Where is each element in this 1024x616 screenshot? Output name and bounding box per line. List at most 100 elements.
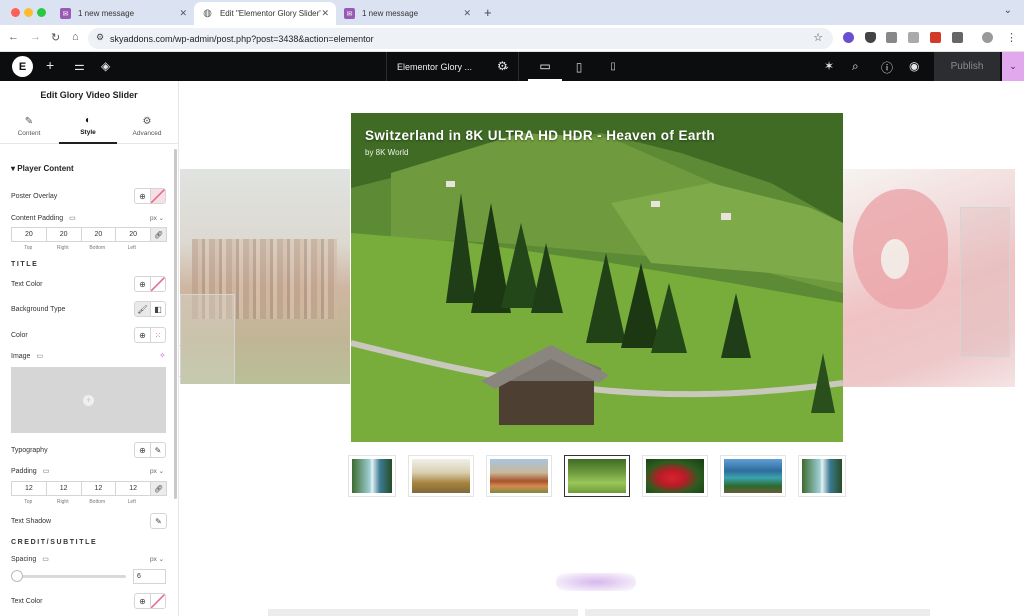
next-slide-image[interactable] bbox=[843, 169, 1015, 387]
desktop-monitor-icon[interactable]: ▭ bbox=[36, 353, 43, 360]
color-dots-icon[interactable]: ⁙ bbox=[150, 328, 165, 342]
structure-layers-icon[interactable]: ◈ bbox=[101, 59, 110, 73]
settings-sliders-icon[interactable]: ⚌ bbox=[74, 59, 85, 73]
dim-label: Bottom bbox=[89, 245, 106, 251]
thumbnail[interactable] bbox=[408, 455, 474, 497]
spacing-input[interactable]: 6 bbox=[133, 569, 166, 584]
color-picker-swatch[interactable] bbox=[150, 189, 165, 203]
add-element-icon[interactable]: + bbox=[46, 57, 54, 73]
elementor-logo-icon[interactable]: E bbox=[12, 56, 33, 77]
padding-bottom-input[interactable]: 12 bbox=[80, 481, 117, 496]
padding-left-input[interactable]: 20 bbox=[115, 227, 151, 242]
global-globe-icon[interactable]: ⊕ bbox=[135, 277, 150, 291]
unit-selector[interactable]: px ⌄ bbox=[150, 555, 164, 563]
link-values-icon[interactable]: 🔗︎ bbox=[150, 481, 167, 496]
text-shadow-label: Text Shadow bbox=[11, 518, 52, 525]
previous-slide-image[interactable] bbox=[180, 169, 350, 384]
new-tab-button[interactable]: + bbox=[484, 5, 492, 20]
browser-tab[interactable]: ✉ 1 new message ✕ bbox=[336, 2, 478, 25]
thumbnail[interactable] bbox=[720, 455, 786, 497]
gradient-icon[interactable]: ◧ bbox=[150, 302, 165, 316]
padding-top-input[interactable]: 20 bbox=[11, 227, 47, 242]
edit-pencil-icon[interactable]: ✎ bbox=[151, 514, 166, 528]
title-heading: TITLE bbox=[11, 261, 39, 268]
unit-selector[interactable]: px ⌄ bbox=[150, 214, 164, 222]
brush-icon[interactable]: 🖌︎ bbox=[135, 302, 150, 316]
padding-right-input[interactable]: 12 bbox=[45, 481, 82, 496]
thumbnail-active[interactable] bbox=[564, 455, 630, 497]
puzzle-icon[interactable] bbox=[952, 32, 963, 43]
tab-style[interactable]: ◐ Style bbox=[59, 109, 117, 144]
dim-label: Left bbox=[127, 499, 136, 505]
minimize-window-button[interactable] bbox=[24, 8, 33, 17]
browser-tab-active[interactable]: ◍ Edit "Elementor Glory Slider" ✕ bbox=[194, 2, 336, 25]
desktop-device-icon[interactable]: ▭ bbox=[528, 52, 562, 81]
reload-icon[interactable]: ↻ bbox=[51, 31, 60, 44]
browser-tab[interactable]: ✉ 1 new message ✕ bbox=[52, 2, 194, 25]
close-icon[interactable]: ✕ bbox=[321, 8, 329, 19]
extension-icon[interactable] bbox=[886, 32, 897, 43]
desktop-monitor-icon[interactable]: ▭ bbox=[43, 468, 50, 475]
thumbnail[interactable] bbox=[642, 455, 708, 497]
global-globe-icon[interactable]: ⊕ bbox=[135, 328, 150, 342]
color-picker-swatch[interactable] bbox=[150, 277, 165, 291]
tab-content[interactable]: ✎ Content bbox=[0, 109, 58, 144]
thumbnail[interactable] bbox=[798, 455, 846, 497]
spacing-slider-track[interactable] bbox=[11, 575, 126, 578]
dim-label: Right bbox=[56, 245, 69, 251]
publish-button[interactable]: Publish bbox=[934, 52, 1000, 81]
close-window-button[interactable] bbox=[11, 8, 20, 17]
maximize-window-button[interactable] bbox=[37, 8, 46, 17]
ai-sparkle-icon[interactable]: ✧ bbox=[159, 351, 166, 360]
forward-arrow-icon[interactable]: → bbox=[30, 31, 41, 43]
global-globe-icon[interactable]: ⊕ bbox=[135, 594, 150, 608]
unit-selector[interactable]: px ⌄ bbox=[150, 467, 164, 475]
blurred-text bbox=[585, 609, 930, 616]
publish-options-chevron-icon[interactable]: ⌄ bbox=[1002, 52, 1024, 81]
tab-search-chevron-icon[interactable]: ⌄ bbox=[1004, 5, 1012, 16]
extension-icon[interactable] bbox=[908, 32, 919, 43]
thumbnail[interactable] bbox=[348, 455, 396, 497]
content-padding-dimensions: 20 20 20 20 🔗︎ bbox=[11, 227, 167, 242]
padding-top-input[interactable]: 12 bbox=[11, 481, 47, 496]
panel-scrollbar[interactable] bbox=[174, 149, 177, 499]
tablet-device-icon[interactable]: ▯ bbox=[562, 52, 596, 81]
edit-pencil-icon[interactable]: ✎ bbox=[150, 443, 165, 457]
extension-icon[interactable] bbox=[843, 32, 854, 43]
shield-icon[interactable] bbox=[865, 32, 876, 43]
global-globe-icon[interactable]: ⊕ bbox=[135, 443, 150, 457]
video-poster[interactable]: Switzerland in 8K ULTRA HD HDR - Heaven … bbox=[351, 113, 843, 442]
mobile-device-icon[interactable]: ▯ bbox=[596, 52, 630, 81]
global-globe-icon[interactable]: ⊕ bbox=[135, 189, 150, 203]
avatar[interactable] bbox=[982, 32, 993, 43]
close-icon[interactable]: ✕ bbox=[463, 8, 471, 19]
panel-tabs: ✎ Content ◐ Style ⚙ Advanced bbox=[0, 109, 178, 144]
spacing-slider-handle[interactable] bbox=[11, 570, 23, 582]
image-upload-placeholder[interactable]: + bbox=[11, 367, 166, 433]
desktop-monitor-icon[interactable]: ▭ bbox=[69, 215, 76, 222]
padding-bottom-input[interactable]: 20 bbox=[80, 227, 117, 242]
page-settings-gear-icon[interactable]: ⚙ bbox=[497, 59, 508, 73]
kebab-menu-icon[interactable]: ⋮ bbox=[1006, 31, 1017, 44]
back-arrow-icon[interactable]: ← bbox=[8, 31, 19, 43]
rocket-icon[interactable]: ✶ bbox=[824, 59, 834, 73]
home-icon[interactable]: ⌂ bbox=[72, 31, 79, 43]
search-icon[interactable]: ⌕ bbox=[852, 59, 859, 74]
section-toggle[interactable]: ▾ Player Content bbox=[11, 164, 74, 173]
padding-left-input[interactable]: 12 bbox=[115, 481, 151, 496]
extension-icon[interactable] bbox=[930, 32, 941, 43]
bookmark-star-icon[interactable]: ☆ bbox=[813, 31, 823, 44]
preview-eye-icon[interactable]: ◉ bbox=[909, 59, 919, 73]
tab-advanced[interactable]: ⚙ Advanced bbox=[118, 109, 176, 144]
link-values-icon[interactable]: 🔗︎ bbox=[150, 227, 167, 242]
site-info-icon[interactable]: ⚙ bbox=[96, 32, 104, 43]
close-icon[interactable]: ✕ bbox=[179, 8, 187, 19]
padding-right-input[interactable]: 20 bbox=[45, 227, 82, 242]
address-bar[interactable]: ⚙ skyaddons.com/wp-admin/post.php?post=3… bbox=[88, 28, 833, 49]
thumbnail[interactable] bbox=[486, 455, 552, 497]
dimension-labels: Top Right Bottom Left bbox=[11, 499, 149, 505]
color-picker-swatch[interactable] bbox=[150, 594, 165, 608]
help-icon[interactable]: ⓘ bbox=[881, 59, 893, 76]
dim-label: Left bbox=[127, 245, 136, 251]
desktop-monitor-icon[interactable]: ▭ bbox=[42, 556, 49, 563]
